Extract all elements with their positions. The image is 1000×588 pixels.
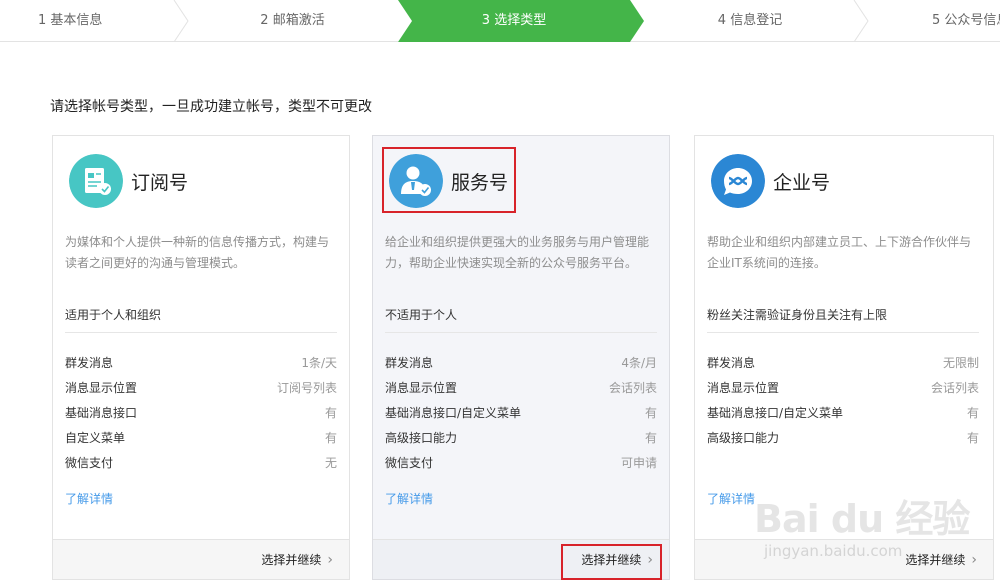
feature-label: 基础消息接口/自定义菜单: [385, 406, 522, 420]
step-label: 2 邮箱激活: [260, 13, 325, 28]
feature-label: 消息显示位置: [65, 381, 138, 395]
feature-value: 有: [644, 406, 657, 420]
step-email-activation: 2 邮箱激活: [190, 0, 395, 42]
feature-value: 有: [324, 406, 337, 420]
select-continue-button[interactable]: 选择并继续 ›: [257, 548, 337, 572]
feature-value: 4条/月: [621, 356, 657, 370]
feature-label: 消息显示位置: [385, 381, 458, 395]
divider: [385, 332, 657, 333]
card-description: 帮助企业和组织内部建立员工、上下游合作伙伴与企业IT系统间的连接。: [707, 235, 972, 270]
card-description: 给企业和组织提供更强大的业务服务与用户管理能力，帮助企业快速实现全新的公众号服务…: [385, 235, 650, 270]
feature-row: 消息显示位置 会话列表: [385, 379, 657, 404]
card-title: 企业号: [773, 172, 831, 194]
step-separator-icon: [173, 0, 189, 42]
step-basic-info: 1 基本信息: [0, 0, 180, 42]
chevron-right-icon: ›: [971, 552, 977, 568]
highlight-box-button: [561, 544, 662, 580]
enterprise-chat-icon: [711, 154, 765, 208]
highlight-box-title: [382, 147, 516, 213]
feature-value: 有: [966, 431, 979, 445]
feature-row: 自定义菜单 有: [65, 429, 337, 454]
learn-more-link[interactable]: 了解详情: [385, 490, 433, 507]
feature-row: 微信支付 可申请: [385, 454, 657, 479]
feature-value: 有: [966, 406, 979, 420]
select-continue-button[interactable]: 选择并继续 ›: [901, 548, 981, 572]
divider: [707, 332, 979, 333]
feature-label: 群发消息: [385, 356, 434, 370]
step-select-type: 3 选择类型: [398, 0, 630, 42]
step-label: 4 信息登记: [717, 13, 783, 28]
card-suitability: 适用于个人和组织: [65, 308, 162, 322]
feature-label: 微信支付: [385, 456, 434, 470]
feature-row: 群发消息 无限制: [707, 354, 979, 379]
learn-more-link[interactable]: 了解详情: [707, 490, 755, 507]
feature-value: 有: [644, 431, 657, 445]
feature-label: 自定义菜单: [65, 431, 126, 445]
feature-value: 无限制: [942, 356, 979, 370]
divider: [65, 332, 337, 333]
card-footer: 选择并继续 ›: [53, 539, 349, 579]
feature-value: 有: [324, 431, 337, 445]
feature-label: 消息显示位置: [707, 381, 780, 395]
step-active-arrow-icon: [630, 0, 644, 42]
chevron-right-icon: ›: [327, 552, 333, 568]
feature-value: 会话列表: [608, 381, 657, 395]
instruction-text: 请选择帐号类型，一旦成功建立帐号，类型不可更改: [50, 99, 372, 115]
feature-row: 基础消息接口/自定义菜单 有: [707, 404, 979, 429]
feature-label: 群发消息: [707, 356, 756, 370]
feature-value: 可申请: [620, 456, 657, 470]
feature-value: 1条/天: [301, 356, 337, 370]
feature-list: 群发消息 4条/月 消息显示位置 会话列表 基础消息接口/自定义菜单有 高级接口能力…: [385, 354, 657, 479]
feature-row: 高级接口能力 有: [385, 429, 657, 454]
step-account-info: 5 公众号信息: [870, 0, 1000, 42]
feature-list: 群发消息 无限制 消息显示位置 会话列表 基础消息接口/自定义菜单有 高级接口能力有: [707, 354, 979, 454]
feature-value: 会话列表: [930, 381, 979, 395]
feature-row: 微信支付 无: [65, 454, 337, 479]
step-label: 3 选择类型: [481, 13, 547, 28]
feature-label: 微信支付: [65, 456, 114, 470]
step-separator-icon: [853, 0, 869, 42]
feature-row: 高级接口能力 有: [707, 429, 979, 454]
card-suitability: 不适用于个人: [385, 308, 458, 322]
card-description: 为媒体和个人提供一种新的信息传播方式，构建与读者之间更好的沟通与管理模式。: [65, 235, 330, 270]
card-footer: 选择并继续 ›: [695, 539, 993, 579]
feature-label: 高级接口能力: [707, 431, 780, 445]
progress-steps: 1 基本信息 2 邮箱激活 3 选择类型 4 信息登记 5 公众号信息: [0, 0, 1000, 42]
card-suitability: 粉丝关注需验证身份且关注有上限: [707, 308, 888, 322]
step-label: 5 公众号信息: [932, 13, 1000, 28]
feature-row: 群发消息 4条/月: [385, 354, 657, 379]
feature-row: 消息显示位置 会话列表: [707, 379, 979, 404]
feature-row: 基础消息接口 有: [65, 404, 337, 429]
card-title: 订阅号: [131, 172, 189, 194]
feature-row: 基础消息接口/自定义菜单 有: [385, 404, 657, 429]
feature-label: 群发消息: [65, 356, 114, 370]
feature-label: 基础消息接口/自定义菜单: [707, 406, 844, 420]
feature-value: 订阅号列表: [276, 381, 337, 395]
feature-value: 无: [324, 456, 337, 470]
subscription-doc-icon: [69, 154, 123, 208]
card-subscription: 订阅号 为媒体和个人提供一种新的信息传播方式，构建与读者之间更好的沟通与管理模式…: [52, 135, 350, 580]
feature-label: 高级接口能力: [385, 431, 458, 445]
step-info-registration: 4 信息登记: [650, 0, 850, 42]
learn-more-link[interactable]: 了解详情: [65, 490, 113, 507]
feature-row: 群发消息 1条/天: [65, 354, 337, 379]
button-label: 选择并继续: [905, 553, 966, 567]
feature-label: 基础消息接口: [65, 406, 138, 420]
step-label: 1 基本信息: [38, 13, 103, 28]
card-enterprise: 企业号 帮助企业和组织内部建立员工、上下游合作伙伴与企业IT系统间的连接。 粉丝…: [694, 135, 994, 580]
step-active-notch-icon: [398, 0, 412, 42]
feature-list: 群发消息 1条/天 消息显示位置 订阅号列表 基础消息接口有 自定义菜单有 微信支付…: [65, 354, 337, 479]
button-label: 选择并继续: [261, 553, 322, 567]
feature-row: 消息显示位置 订阅号列表: [65, 379, 337, 404]
